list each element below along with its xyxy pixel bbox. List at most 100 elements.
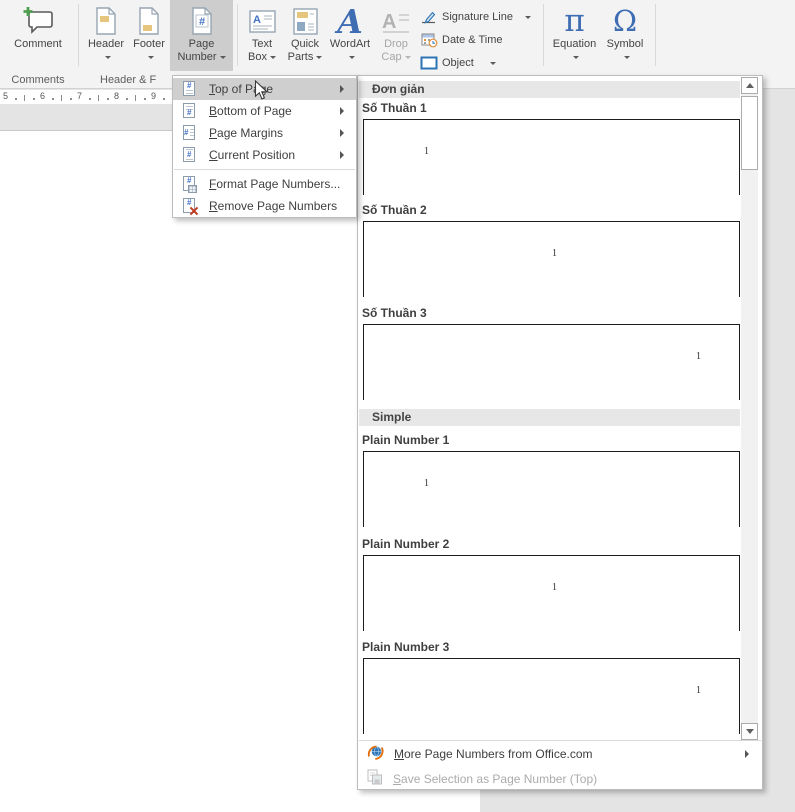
text-box-dropdown-arrow-icon bbox=[269, 56, 276, 62]
header-footer-group-label: Header & F bbox=[100, 74, 157, 86]
preview-page-number: 1 bbox=[424, 478, 429, 489]
date-time-button[interactable]: Date & Time bbox=[420, 29, 550, 50]
gallery-section-header: Simple bbox=[359, 409, 740, 426]
symbol-icon: Ω bbox=[612, 4, 638, 38]
scrollbar-up-button[interactable] bbox=[741, 77, 758, 94]
wordart-button[interactable]: A WordArt bbox=[327, 0, 373, 71]
menu-item-label: Bottom of Page bbox=[209, 104, 292, 118]
symbol-button[interactable]: Ω Symbol bbox=[601, 0, 649, 71]
gallery-item-so-thuan-2[interactable]: Số Thuần 2 1 bbox=[359, 202, 740, 300]
horizontal-ruler[interactable]: 56789 bbox=[0, 90, 172, 104]
menu-item-label: Page Margins bbox=[209, 126, 284, 140]
comment-button[interactable]: Comment bbox=[6, 0, 70, 71]
comment-label: Comment bbox=[14, 38, 62, 50]
drop-cap-dropdown-arrow-icon bbox=[404, 56, 411, 62]
signature-line-icon bbox=[420, 9, 438, 25]
quick-parts-label-1: Quick bbox=[290, 38, 320, 50]
gallery-item-preview: 1 bbox=[363, 451, 740, 527]
quick-parts-label-2: Parts bbox=[287, 51, 314, 63]
page-number-icon: # bbox=[170, 0, 233, 38]
svg-text:A: A bbox=[382, 11, 396, 33]
format-page-numbers-icon: # bbox=[181, 176, 197, 193]
current-position-icon: # bbox=[181, 147, 197, 163]
text-box-label-1: Text bbox=[251, 38, 273, 50]
save-selection-icon bbox=[367, 769, 383, 788]
menu-item-format-page-numbers[interactable]: # Format Page Numbers... bbox=[173, 173, 356, 195]
footer-item-label: Save Selection as Page Number (Top) bbox=[393, 771, 598, 786]
menu-item-page-margins[interactable]: # Page Margins bbox=[173, 122, 356, 144]
equation-label: Equation bbox=[552, 38, 597, 50]
group-separator bbox=[237, 4, 238, 66]
gallery-item-preview: 1 bbox=[363, 658, 740, 734]
gallery-item-preview: 1 bbox=[363, 555, 740, 631]
header-button[interactable]: Header bbox=[84, 0, 128, 71]
menu-item-current-position[interactable]: # Current Position bbox=[173, 144, 356, 166]
page-number-bottom-icon: # bbox=[181, 103, 197, 119]
object-label: Object bbox=[442, 56, 474, 69]
gallery-item-preview: 1 bbox=[363, 221, 740, 297]
group-separator bbox=[78, 4, 79, 66]
gallery-item-label: Plain Number 3 bbox=[362, 640, 450, 654]
equation-icon: π bbox=[564, 2, 585, 39]
gallery-item-preview: 1 bbox=[363, 119, 740, 195]
menu-separator bbox=[174, 169, 355, 170]
scrollbar-down-button[interactable] bbox=[741, 723, 758, 740]
save-selection-item: Save Selection as Page Number (Top) bbox=[359, 766, 761, 791]
text-box-label-2: Box bbox=[248, 51, 267, 63]
page-number-label-2: Number bbox=[177, 51, 217, 63]
submenu-arrow-icon bbox=[745, 749, 753, 758]
submenu-arrow-icon bbox=[340, 85, 348, 93]
gallery-item-plain-number-2[interactable]: Plain Number 2 1 bbox=[359, 536, 740, 634]
page-number-button[interactable]: # Page Number bbox=[170, 0, 233, 71]
preview-page-number: 1 bbox=[696, 685, 701, 696]
menu-item-label: Remove Page Numbers bbox=[209, 199, 338, 213]
footer-label: Footer bbox=[133, 38, 165, 50]
footer-button[interactable]: Footer bbox=[128, 0, 170, 71]
submenu-arrow-icon bbox=[340, 129, 348, 137]
symbol-dropdown-arrow-icon bbox=[623, 56, 630, 62]
menu-item-label: Current Position bbox=[209, 148, 296, 162]
drop-cap-button: A Drop Cap bbox=[375, 0, 417, 71]
symbol-label: Symbol bbox=[606, 38, 644, 50]
office-com-icon bbox=[367, 744, 384, 763]
gallery-item-label: Plain Number 2 bbox=[362, 537, 450, 551]
submenu-arrow-icon bbox=[340, 107, 348, 115]
quick-parts-icon bbox=[284, 0, 326, 38]
header-icon bbox=[84, 0, 128, 38]
page-number-gallery: Đơn giản Số Thuần 1 1 Số Thuần 2 1 Số Th… bbox=[357, 75, 763, 790]
equation-button[interactable]: π Equation bbox=[549, 0, 600, 71]
object-button[interactable]: Object bbox=[420, 52, 550, 73]
signature-line-button[interactable]: Signature Line bbox=[420, 6, 550, 27]
gallery-item-so-thuan-1[interactable]: Số Thuần 1 1 bbox=[359, 100, 740, 198]
text-box-button[interactable]: A Text Box bbox=[241, 0, 283, 71]
group-separator bbox=[543, 4, 544, 66]
date-time-label: Date & Time bbox=[442, 33, 503, 46]
more-page-numbers-item[interactable]: More Page Numbers from Office.com bbox=[359, 741, 761, 766]
gallery-item-plain-number-1[interactable]: Plain Number 1 1 bbox=[359, 432, 740, 530]
gallery-item-so-thuan-3[interactable]: Số Thuần 3 1 bbox=[359, 305, 740, 403]
wordart-label: WordArt bbox=[329, 38, 371, 50]
svg-text:#: # bbox=[198, 16, 204, 28]
header-dropdown-arrow-icon bbox=[104, 56, 111, 62]
page-number-dropdown-arrow-icon bbox=[219, 56, 226, 62]
scrollbar-thumb[interactable] bbox=[741, 96, 758, 170]
date-time-icon bbox=[420, 32, 438, 48]
preview-page-number: 1 bbox=[552, 248, 557, 259]
equation-dropdown-arrow-icon bbox=[573, 56, 579, 62]
gallery-scrollbar[interactable] bbox=[741, 77, 758, 740]
gallery-item-plain-number-3[interactable]: Plain Number 3 1 bbox=[359, 639, 740, 737]
page-number-top-icon: # bbox=[181, 81, 197, 97]
menu-item-remove-page-numbers[interactable]: # Remove Page Numbers bbox=[173, 195, 356, 217]
mouse-cursor bbox=[254, 79, 269, 107]
drop-cap-icon: A bbox=[375, 0, 417, 38]
quick-parts-button[interactable]: Quick Parts bbox=[284, 0, 326, 71]
footer-item-label: More Page Numbers from Office.com bbox=[394, 746, 593, 761]
page-number-label-1: Page bbox=[188, 38, 215, 50]
preview-page-number: 1 bbox=[696, 351, 701, 362]
header-label: Header bbox=[87, 38, 125, 50]
menu-item-label: Format Page Numbers... bbox=[209, 177, 341, 191]
page-margins-icon: # bbox=[181, 125, 197, 141]
comment-icon bbox=[6, 0, 70, 38]
scroll-up-arrow-icon bbox=[745, 79, 754, 88]
object-dropdown-arrow-icon bbox=[489, 61, 496, 68]
